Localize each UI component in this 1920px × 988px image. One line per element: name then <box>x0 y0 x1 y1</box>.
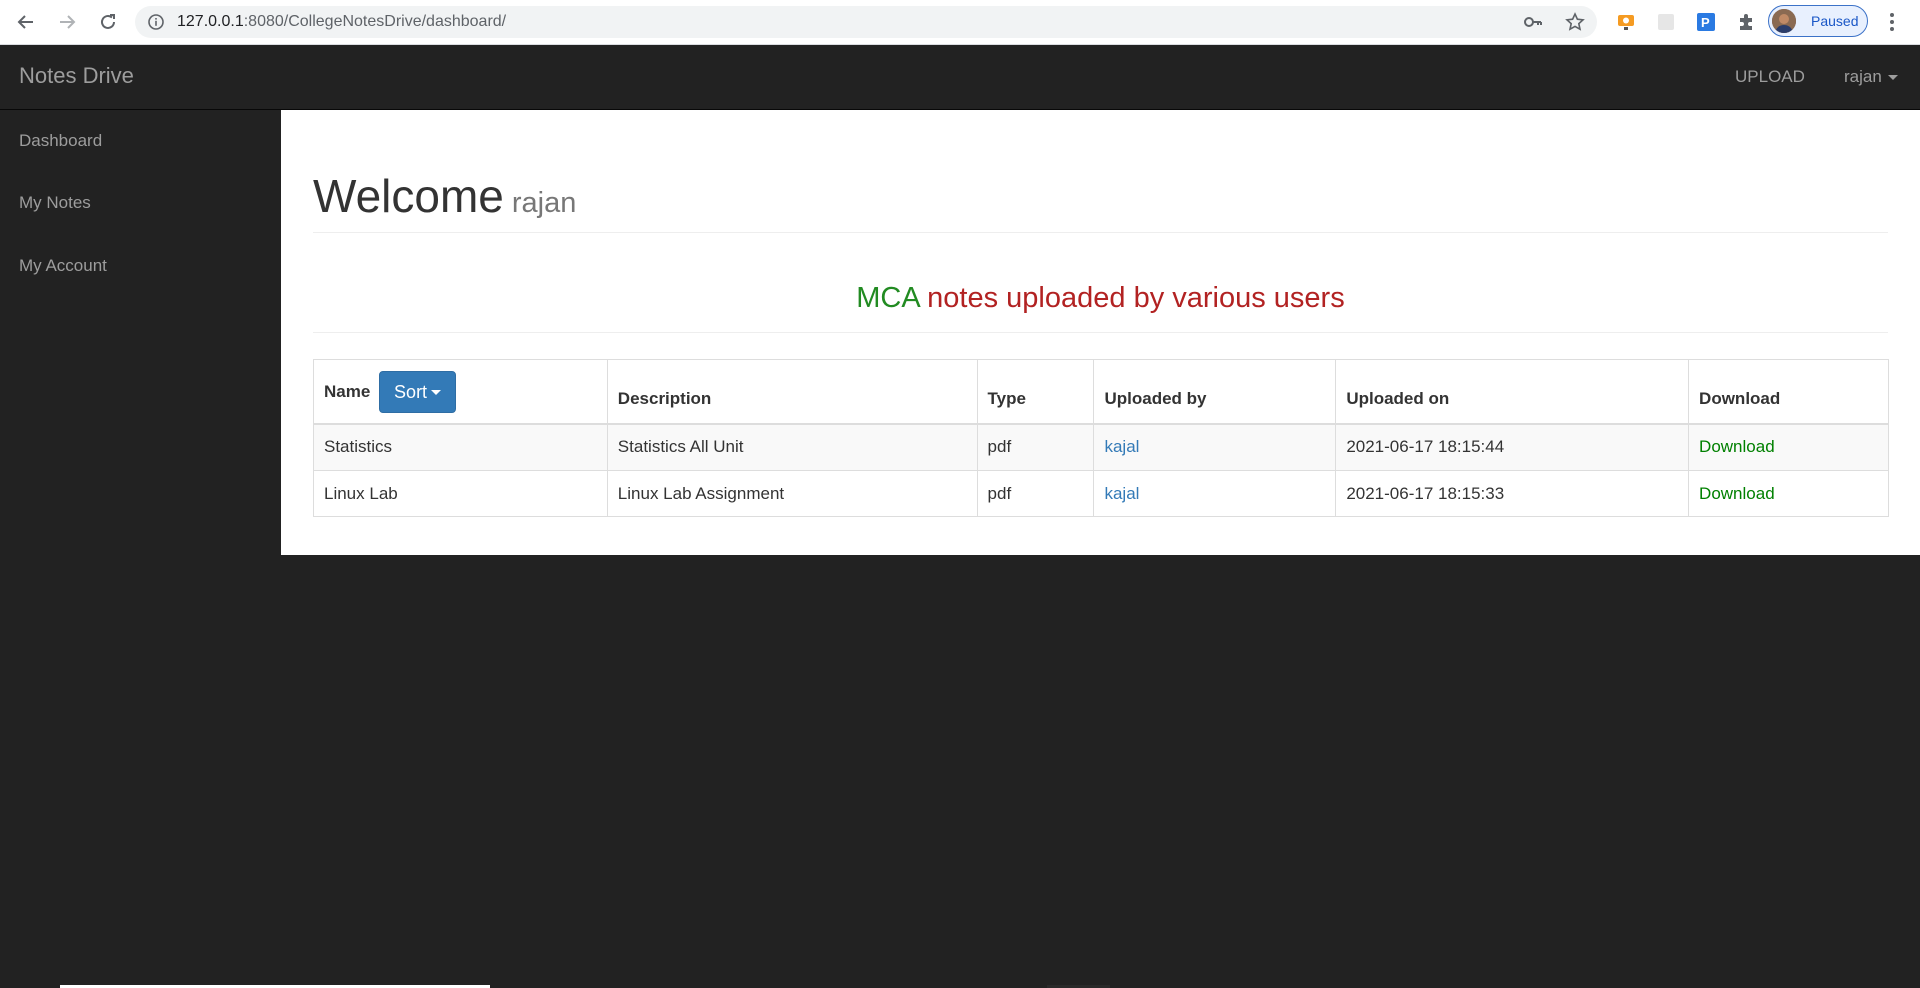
column-header-type: Type <box>976 359 1095 424</box>
cell-download: Download <box>1688 423 1889 471</box>
table-row: Statistics Statistics All Unit pdf kajal… <box>313 423 1889 471</box>
info-icon[interactable] <box>147 13 165 31</box>
column-header-name-label: Name <box>324 381 371 401</box>
profile-status: Paused <box>1811 13 1859 29</box>
column-header-uploaded-on: Uploaded on <box>1335 359 1690 424</box>
sidebar-item-dashboard[interactable]: Dashboard <box>19 131 102 151</box>
extension-p-icon[interactable]: P <box>1695 11 1717 33</box>
notes-table: Name Sort Description Type Uploaded by U… <box>313 359 1889 517</box>
top-navbar: Notes Drive UPLOAD rajan <box>0 45 1920 110</box>
uploader-link[interactable]: kajal <box>1104 437 1139 456</box>
cell-name: Linux Lab <box>313 470 608 517</box>
sort-button-label: Sort <box>394 381 428 402</box>
cell-type: pdf <box>976 470 1095 517</box>
column-header-name: Name Sort <box>313 359 608 424</box>
svg-text:P: P <box>1701 15 1710 30</box>
extension-screen-icon[interactable] <box>1615 11 1637 33</box>
cell-description: Linux Lab Assignment <box>606 470 978 517</box>
welcome-text: Welcome <box>313 170 504 222</box>
column-header-description: Description <box>606 359 978 424</box>
cell-uploaded-on: 2021-06-17 18:15:33 <box>1335 470 1690 517</box>
back-button[interactable] <box>12 8 40 36</box>
browser-toolbar: 127.0.0.1:8080/CollegeNotesDrive/dashboa… <box>0 0 1920 45</box>
column-header-download: Download <box>1688 359 1889 424</box>
profile-button[interactable]: Paused <box>1768 5 1868 37</box>
arrow-left-icon <box>17 15 33 29</box>
divider <box>313 332 1888 333</box>
reload-icon <box>101 14 115 29</box>
url-path: :8080/CollegeNotesDrive/dashboard/ <box>243 13 507 30</box>
cell-description: Statistics All Unit <box>606 423 978 471</box>
caret-down-icon <box>1887 75 1898 81</box>
puzzle-icon[interactable] <box>1735 11 1757 33</box>
user-dropdown[interactable]: rajan <box>1844 67 1898 87</box>
course-name: MCA <box>856 282 920 314</box>
brand-link[interactable]: Notes Drive <box>19 64 134 88</box>
divider <box>313 232 1888 233</box>
column-header-uploaded-by: Uploaded by <box>1093 359 1337 424</box>
download-link[interactable]: Download <box>1699 484 1775 503</box>
url-host: 127.0.0.1 <box>177 13 244 30</box>
section-heading: MCA notes uploaded by various users <box>313 281 1888 315</box>
welcome-username: rajan <box>511 187 577 219</box>
cell-uploaded-by: kajal <box>1093 470 1337 517</box>
heading-text: notes uploaded by various users <box>927 282 1345 314</box>
sidebar-item-my-account[interactable]: My Account <box>19 256 107 276</box>
page-title: Welcome rajan <box>313 170 576 229</box>
star-icon[interactable] <box>1565 12 1585 32</box>
main-panel: Welcome rajan MCA notes uploaded by vario… <box>281 110 1920 555</box>
reload-button[interactable] <box>94 8 122 36</box>
cell-download: Download <box>1688 470 1889 517</box>
extension-blank-icon[interactable] <box>1655 11 1677 33</box>
cell-uploaded-by: kajal <box>1093 423 1337 471</box>
table-row: Linux Lab Linux Lab Assignment pdf kajal… <box>313 470 1889 517</box>
avatar <box>1772 9 1796 33</box>
key-icon[interactable] <box>1523 12 1543 32</box>
user-dropdown-label: rajan <box>1844 67 1882 86</box>
sort-button[interactable]: Sort <box>379 370 457 413</box>
cell-type: pdf <box>976 423 1095 471</box>
cell-name: Statistics <box>313 423 608 471</box>
arrow-right-icon <box>60 15 76 29</box>
uploader-link[interactable]: kajal <box>1104 484 1139 503</box>
sidebar-item-my-notes[interactable]: My Notes <box>19 193 91 213</box>
upload-link[interactable]: UPLOAD <box>1735 67 1805 87</box>
forward-button[interactable] <box>53 8 81 36</box>
url-text[interactable]: 127.0.0.1:8080/CollegeNotesDrive/dashboa… <box>177 13 506 31</box>
cell-uploaded-on: 2021-06-17 18:15:44 <box>1335 423 1690 471</box>
table-header-row: Name Sort Description Type Uploaded by U… <box>313 359 1889 424</box>
address-bar[interactable]: 127.0.0.1:8080/CollegeNotesDrive/dashboa… <box>135 6 1597 38</box>
caret-down-icon <box>431 390 442 396</box>
download-link[interactable]: Download <box>1699 437 1775 456</box>
kebab-menu-icon[interactable] <box>1885 10 1899 34</box>
